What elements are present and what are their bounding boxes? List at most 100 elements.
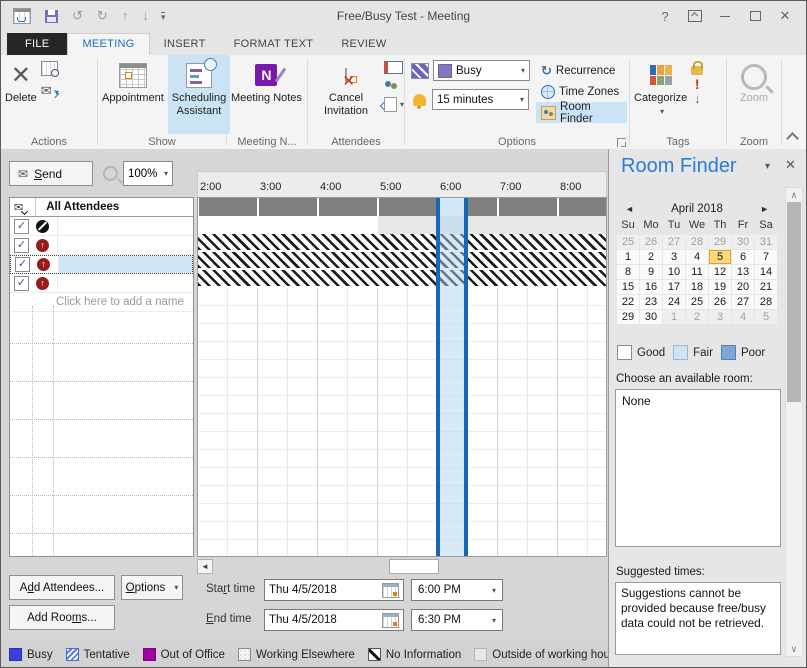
calendar-day[interactable]: 13: [732, 265, 754, 279]
reminder-select[interactable]: 15 minutes ▾: [432, 89, 529, 110]
calendar-day[interactable]: 11: [686, 265, 708, 279]
calendar-day[interactable]: 27: [732, 295, 754, 309]
add-rooms-button[interactable]: Add Rooms...: [9, 605, 115, 630]
appointment-button[interactable]: Appointment: [98, 55, 168, 105]
delete-button[interactable]: ✕ Delete: [1, 55, 41, 105]
attendee-checkbox[interactable]: ✓: [14, 238, 29, 253]
zoom-button[interactable]: Zoom: [736, 55, 772, 105]
room-finder-toggle[interactable]: Room Finder: [536, 102, 627, 123]
calendar-day[interactable]: 4: [686, 250, 708, 264]
save-button[interactable]: [45, 10, 58, 23]
app-window-icon[interactable]: [13, 8, 31, 24]
attendee-row[interactable]: ✓↑: [10, 274, 193, 293]
attendee-name[interactable]: [57, 274, 193, 292]
panel-menu-caret-icon[interactable]: ▾: [765, 161, 770, 172]
maximize-button[interactable]: [740, 1, 770, 31]
empty-attendee-row[interactable]: [10, 458, 193, 496]
empty-attendee-row[interactable]: [10, 382, 193, 420]
attendee-name[interactable]: [58, 256, 192, 273]
calendar-day[interactable]: 6: [732, 250, 754, 264]
address-book-icon[interactable]: [384, 61, 403, 74]
calendar-day[interactable]: 28: [686, 235, 708, 249]
calendar-day[interactable]: 9: [640, 265, 662, 279]
empty-attendee-rows[interactable]: [10, 306, 193, 556]
calendar-day[interactable]: 10: [663, 265, 685, 279]
calendar-day[interactable]: 30: [732, 235, 754, 249]
attendee-list-header[interactable]: ✉ All Attendees: [10, 198, 193, 217]
tab-meeting[interactable]: MEETING: [67, 33, 149, 55]
tab-insert[interactable]: INSERT: [150, 34, 220, 55]
room-list-item[interactable]: None: [616, 390, 780, 408]
calendar-day[interactable]: 3: [663, 250, 685, 264]
meeting-notes-button[interactable]: N Meeting Notes: [227, 55, 306, 105]
empty-attendee-row[interactable]: [10, 420, 193, 458]
options-button[interactable]: Options▾: [121, 575, 183, 600]
attendee-checkbox[interactable]: ✓: [14, 276, 29, 291]
date-picker-icon[interactable]: [382, 583, 399, 598]
calendar-day[interactable]: 29: [709, 235, 731, 249]
attendee-row[interactable]: ✓: [10, 217, 193, 236]
attendee-row[interactable]: ✓↑: [10, 255, 193, 274]
undo-button[interactable]: ↺: [72, 8, 83, 24]
forward-button[interactable]: ✉▾: [41, 82, 59, 100]
calendar-day[interactable]: 1: [617, 250, 639, 264]
attendee-checkbox[interactable]: ✓: [15, 257, 30, 272]
calendar-day[interactable]: 16: [640, 280, 662, 294]
start-time-select[interactable]: 6:00 PM▾: [411, 579, 503, 601]
search-icon[interactable]: [103, 166, 118, 181]
calendar-day[interactable]: 26: [709, 295, 731, 309]
response-options-button[interactable]: ▾: [384, 97, 404, 112]
help-button[interactable]: ?: [650, 1, 680, 31]
available-rooms-list[interactable]: None: [615, 389, 781, 547]
calendar-day[interactable]: 25: [686, 295, 708, 309]
calendar-day[interactable]: 7: [755, 250, 777, 264]
tab-format-text[interactable]: FORMAT TEXT: [220, 34, 328, 55]
high-importance-icon[interactable]: !: [695, 78, 700, 90]
selected-time-range[interactable]: [436, 198, 468, 556]
calendar-day[interactable]: 5: [755, 310, 777, 324]
calendar-day[interactable]: 22: [617, 295, 639, 309]
calendar-day[interactable]: 19: [709, 280, 731, 294]
calendar-day[interactable]: 23: [640, 295, 662, 309]
grid-zoom-select[interactable]: 100% ▾: [123, 161, 173, 186]
scroll-up-icon[interactable]: ∧: [786, 188, 802, 202]
room-finder-scrollbar[interactable]: ∧ ∨: [785, 187, 803, 657]
calendar-day[interactable]: 4: [732, 310, 754, 324]
calendar-day[interactable]: 3: [709, 310, 731, 324]
categorize-button[interactable]: Categorize ▾: [630, 55, 691, 118]
calendar-day-selected[interactable]: 5: [709, 250, 731, 264]
scheduling-assistant-button[interactable]: Scheduling Assistant: [168, 55, 230, 134]
next-month-button[interactable]: ►: [752, 204, 777, 214]
cancel-invitation-button[interactable]: ✕ Cancel Invitation: [308, 55, 384, 118]
show-as-select[interactable]: Busy ▾: [433, 60, 530, 81]
end-time-select[interactable]: 6:30 PM▾: [411, 609, 503, 631]
scroll-down-icon[interactable]: ∨: [786, 642, 802, 656]
calendar-day[interactable]: 28: [755, 295, 777, 309]
calendar-day[interactable]: 24: [663, 295, 685, 309]
attendee-name[interactable]: [57, 217, 193, 235]
calendar-day[interactable]: 21: [755, 280, 777, 294]
tab-file[interactable]: FILE: [7, 33, 67, 55]
close-button[interactable]: ✕: [770, 1, 800, 31]
empty-attendee-row[interactable]: [10, 344, 193, 382]
scrollbar-thumb[interactable]: [787, 202, 801, 402]
check-names-icon[interactable]: [384, 80, 400, 91]
calendar-day[interactable]: 17: [663, 280, 685, 294]
empty-attendee-row[interactable]: [10, 496, 193, 534]
add-attendees-button[interactable]: Add Attendees...: [9, 575, 115, 600]
send-button[interactable]: ✉ Send: [9, 161, 93, 186]
date-picker-icon[interactable]: [382, 613, 399, 628]
calendar-day[interactable]: 2: [686, 310, 708, 324]
copy-to-calendar-icon[interactable]: [41, 61, 58, 76]
calendar-day[interactable]: 12: [709, 265, 731, 279]
previous-item-button[interactable]: ↑: [122, 8, 129, 24]
redo-button[interactable]: ↻: [97, 8, 108, 24]
empty-attendee-row[interactable]: [10, 534, 193, 556]
options-dialog-launcher-icon[interactable]: [617, 138, 626, 147]
attendee-checkbox[interactable]: ✓: [14, 219, 29, 234]
grid-horizontal-scrollbar[interactable]: ◄: [197, 559, 607, 575]
calendar-day[interactable]: 1: [663, 310, 685, 324]
calendar-day[interactable]: 25: [617, 235, 639, 249]
calendar-day[interactable]: 2: [640, 250, 662, 264]
calendar-day[interactable]: 14: [755, 265, 777, 279]
